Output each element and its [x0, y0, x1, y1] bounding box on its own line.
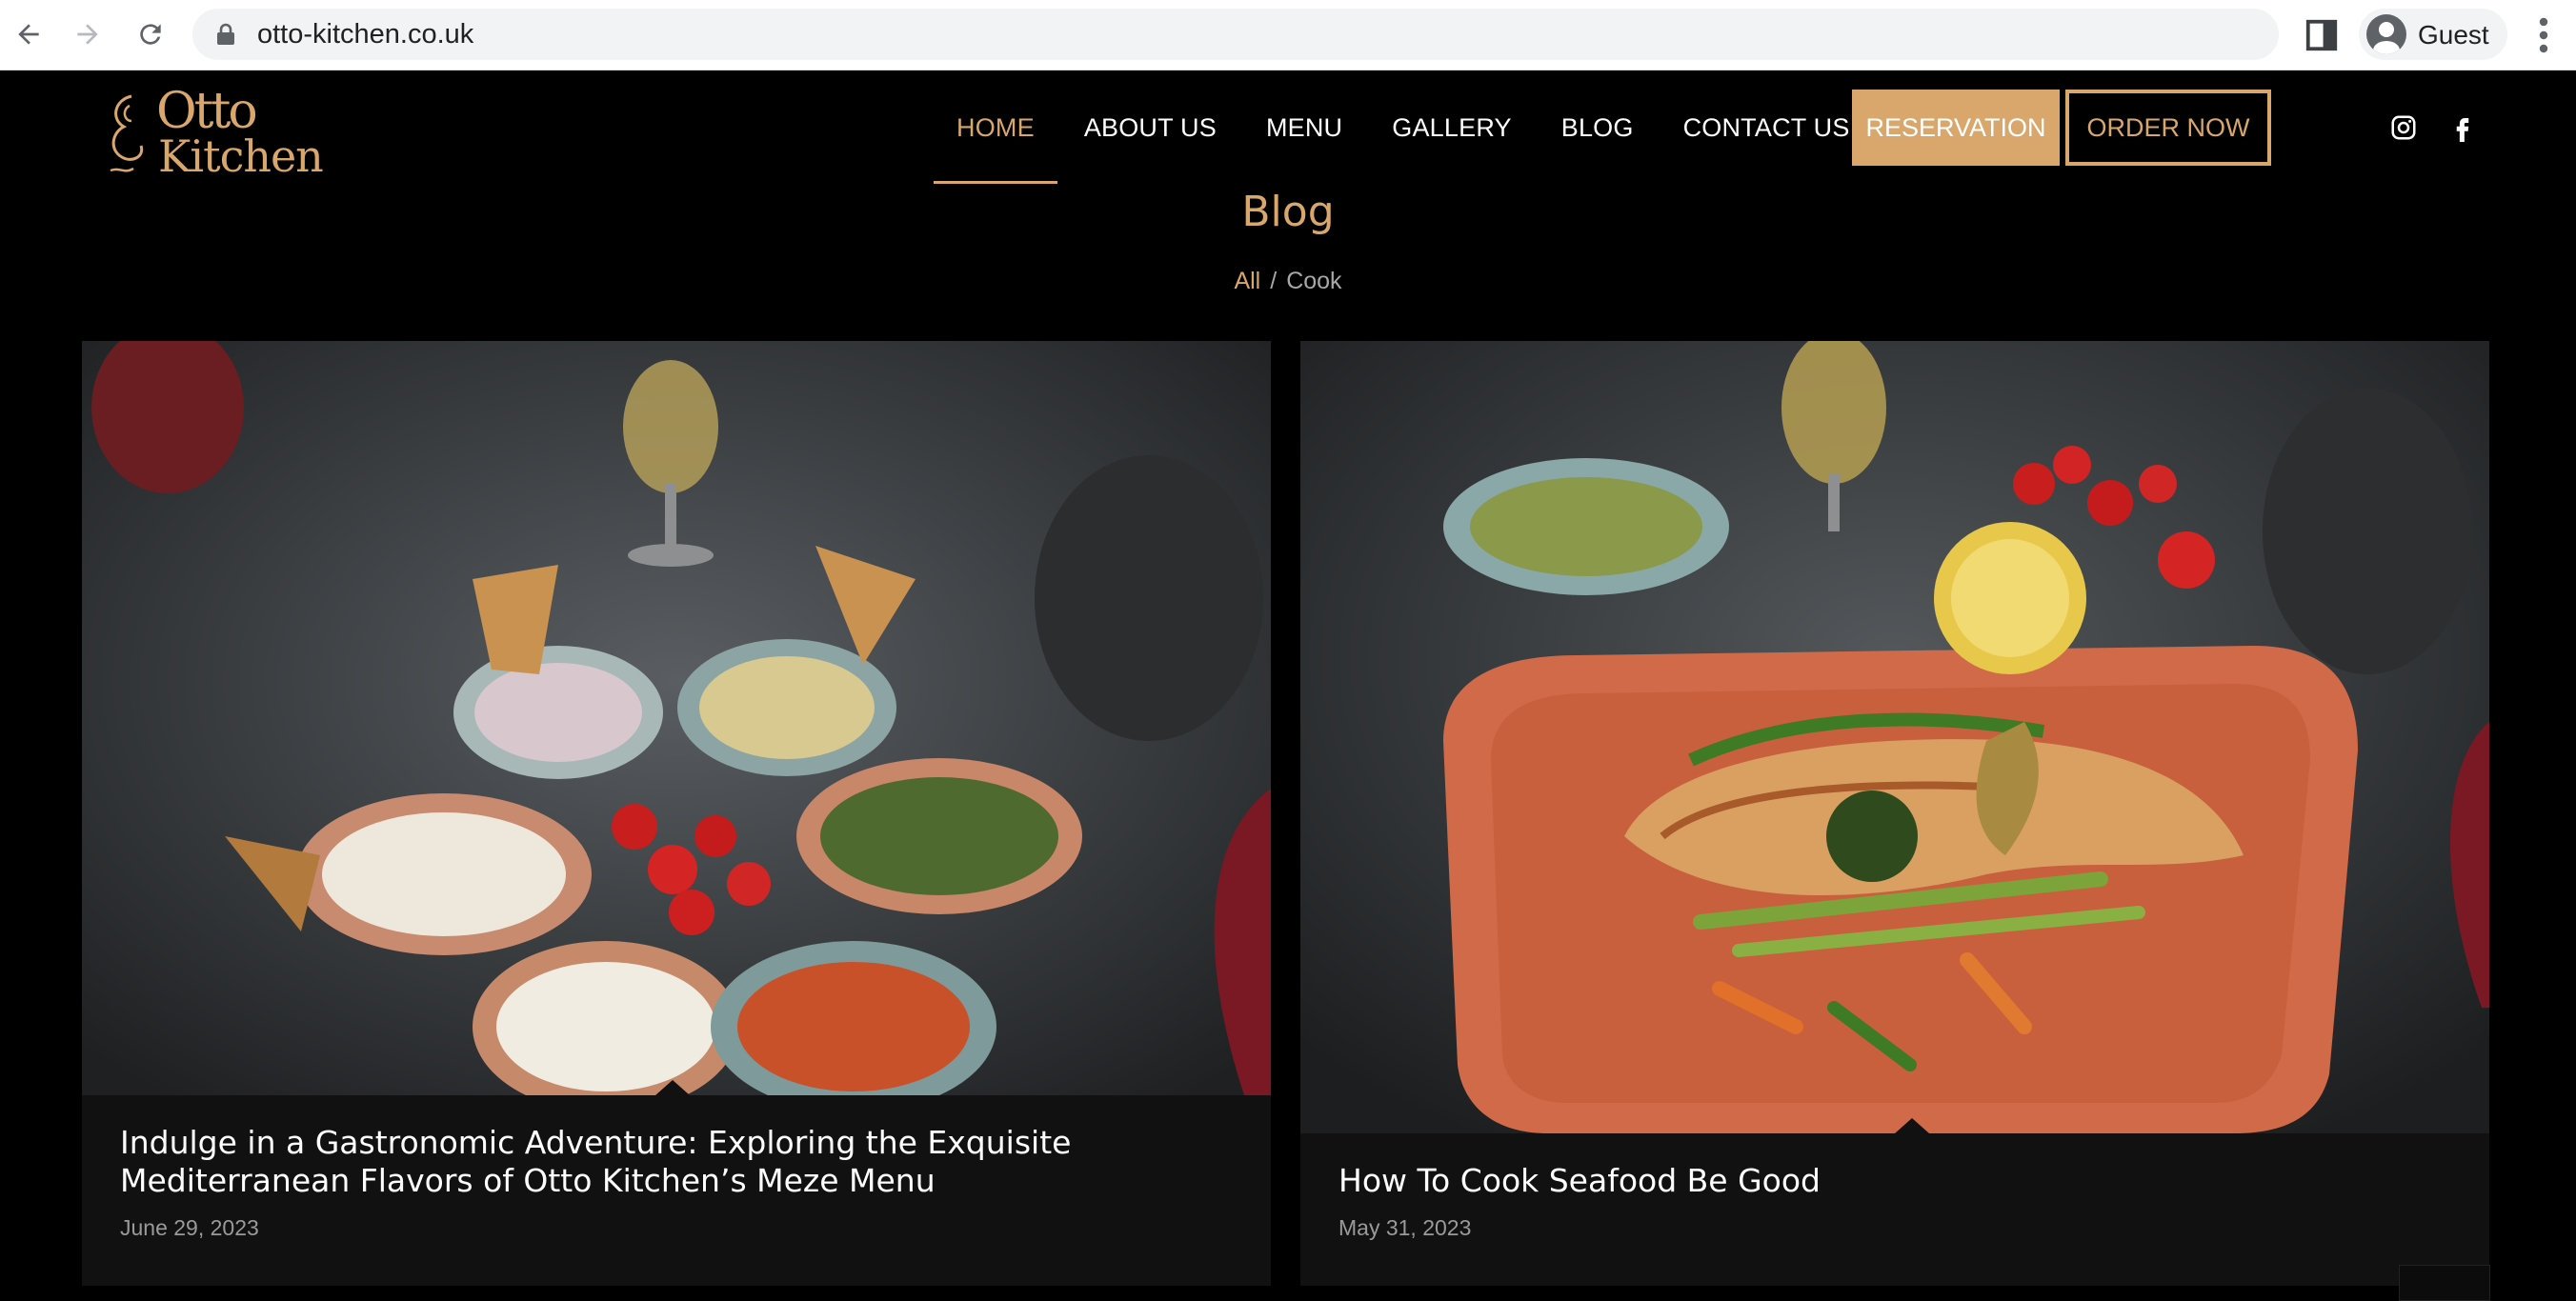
- site-logo[interactable]: Otto Kitchen: [101, 79, 324, 184]
- profile-label: Guest: [2418, 20, 2489, 50]
- breadcrumb-current: Cook: [1286, 268, 1342, 294]
- main-nav: HOME ABOUT US MENU GALLERY BLOG CONTACT …: [932, 89, 1875, 184]
- post-date: June 29, 2023: [120, 1215, 259, 1240]
- nav-about-us[interactable]: ABOUT US: [1059, 89, 1241, 167]
- nav-gallery[interactable]: GALLERY: [1367, 89, 1536, 167]
- logo-mark-icon: [110, 94, 144, 172]
- scroll-to-top-button[interactable]: [2399, 1265, 2490, 1301]
- url-text: otto-kitchen.co.uk: [257, 19, 474, 50]
- breadcrumb-all[interactable]: All: [1234, 268, 1260, 294]
- nav-menu[interactable]: MENU: [1241, 89, 1367, 167]
- more-options-icon[interactable]: [2529, 15, 2558, 55]
- nav-blog[interactable]: BLOG: [1537, 89, 1659, 167]
- post-date: May 31, 2023: [1338, 1215, 1472, 1240]
- forward-icon[interactable]: [67, 13, 109, 55]
- side-panel-icon[interactable]: [2304, 17, 2340, 53]
- facebook-icon[interactable]: [2448, 113, 2477, 142]
- breadcrumb: All / Cook: [0, 268, 2576, 295]
- page-title: Blog: [1241, 188, 1335, 236]
- reservation-button[interactable]: RESERVATION: [1852, 90, 2060, 166]
- lock-icon: [217, 23, 234, 45]
- website: Otto Kitchen HOME ABOUT US MENU GALLERY …: [0, 71, 2576, 1301]
- reload-icon[interactable]: [130, 13, 171, 55]
- post-title[interactable]: Indulge in a Gastronomic Adventure: Expl…: [120, 1124, 1225, 1200]
- avatar-icon: [2366, 14, 2406, 54]
- back-icon[interactable]: [8, 13, 50, 55]
- nav-contact-us[interactable]: CONTACT US: [1659, 89, 1875, 167]
- logo-text-bottom: Kitchen: [158, 130, 324, 182]
- blog-post-card[interactable]: Indulge in a Gastronomic Adventure: Expl…: [82, 341, 1271, 1286]
- card-notch: [1895, 1118, 1929, 1133]
- post-title[interactable]: How To Cook Seafood Be Good: [1338, 1162, 2444, 1200]
- blog-post-card[interactable]: How To Cook Seafood Be Good May 31, 2023: [1300, 341, 2489, 1286]
- breadcrumb-separator: /: [1270, 268, 1278, 294]
- profile-button[interactable]: Guest: [2359, 9, 2507, 60]
- instagram-icon[interactable]: [2389, 113, 2418, 142]
- browser-toolbar: otto-kitchen.co.uk Guest: [0, 0, 2576, 70]
- address-bar[interactable]: otto-kitchen.co.uk: [192, 9, 2279, 60]
- seafood-dish-image[interactable]: [1300, 341, 2489, 1133]
- card-notch: [655, 1080, 690, 1095]
- meze-platter-image[interactable]: [82, 341, 1271, 1095]
- order-now-button[interactable]: ORDER NOW: [2065, 90, 2271, 166]
- nav-home[interactable]: HOME: [932, 89, 1059, 184]
